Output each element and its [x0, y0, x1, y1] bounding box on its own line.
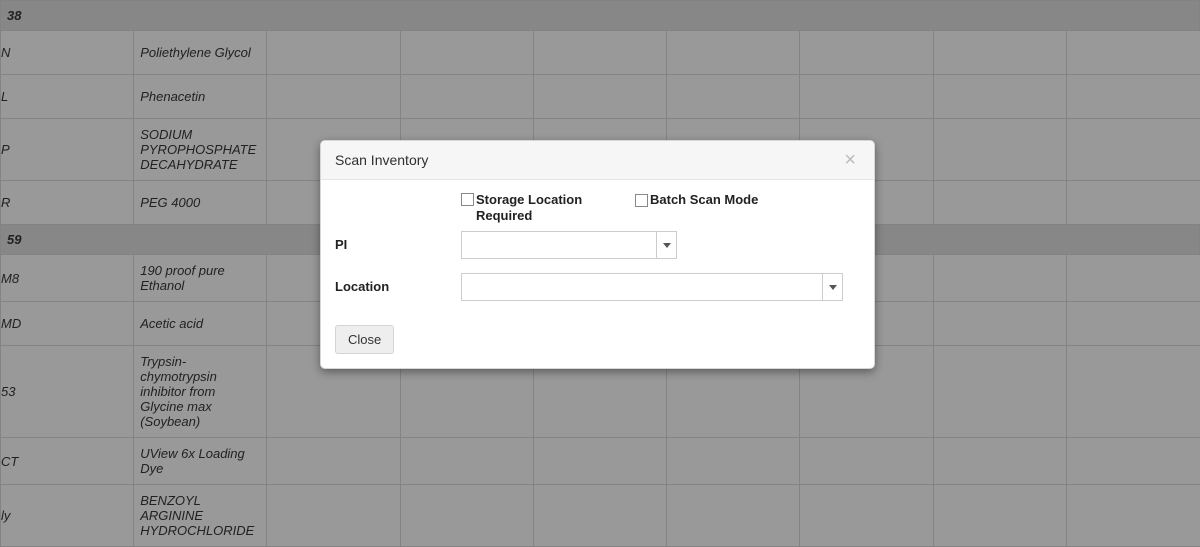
location-dropdown-button[interactable]: [822, 274, 842, 300]
location-combobox[interactable]: [461, 273, 843, 301]
close-button[interactable]: Close: [335, 325, 394, 354]
pi-dropdown-button[interactable]: [656, 232, 676, 258]
location-label: Location: [335, 273, 461, 294]
checkbox-row: Storage Location Required Batch Scan Mod…: [335, 192, 860, 223]
location-input[interactable]: [462, 274, 822, 300]
pi-row: PI: [335, 231, 860, 259]
chevron-down-icon: [663, 243, 671, 248]
pi-input[interactable]: [462, 232, 656, 258]
chevron-down-icon: [829, 285, 837, 290]
pi-combobox[interactable]: [461, 231, 677, 259]
modal-body: Storage Location Required Batch Scan Mod…: [321, 180, 874, 317]
storage-location-required-checkbox[interactable]: [461, 193, 474, 206]
pi-label: PI: [335, 231, 461, 252]
batch-scan-mode-label: Batch Scan Mode: [650, 192, 758, 208]
modal-close-button[interactable]: ×: [840, 150, 860, 170]
location-row: Location: [335, 273, 860, 301]
close-icon: ×: [844, 149, 856, 171]
batch-scan-mode-checkbox[interactable]: [635, 194, 648, 207]
scan-inventory-modal: Scan Inventory × Storage Location Requir…: [320, 140, 875, 369]
modal-header: Scan Inventory ×: [321, 141, 874, 180]
storage-location-required-label: Storage Location Required: [476, 192, 635, 223]
modal-footer: Close: [321, 317, 874, 368]
modal-title: Scan Inventory: [335, 152, 428, 168]
